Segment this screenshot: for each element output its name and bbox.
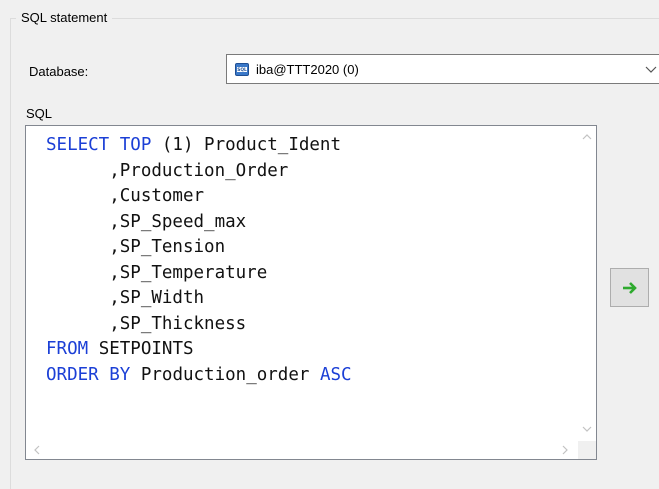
sql-keyword: ORDER BY — [46, 364, 131, 385]
sql-text: ,SP_Width — [46, 288, 205, 308]
run-query-button[interactable] — [610, 268, 649, 307]
database-sql-icon: SQL — [235, 63, 249, 76]
sql-text: Production_order — [130, 364, 320, 385]
sql-line: ,SP_Temperature — [46, 263, 267, 283]
sql-code[interactable]: SELECT TOP (1) Product_Ident ,Production… — [46, 133, 352, 388]
database-value: iba@TTT2020 (0) — [256, 62, 359, 77]
sql-line: ,SP_Width — [46, 288, 204, 308]
sql-line: ,Production_Order — [46, 161, 288, 181]
sql-line: SELECT TOP (1) Product_Ident — [46, 135, 341, 155]
sql-text: ,SP_Temperature — [46, 262, 268, 283]
sql-keyword: FROM — [46, 339, 89, 359]
vertical-scrollbar[interactable] — [578, 126, 596, 441]
sql-editor[interactable]: SELECT TOP (1) Product_Ident ,Production… — [25, 125, 597, 460]
scroll-up-icon[interactable] — [582, 132, 592, 142]
scroll-left-icon[interactable] — [32, 445, 42, 455]
sql-text: ,SP_Tension — [46, 237, 226, 257]
sql-line: FROM SETPOINTS — [46, 339, 194, 359]
green-arrow-right-icon — [623, 282, 637, 294]
database-label: Database: — [29, 64, 89, 79]
sql-text: ,Production_Order — [46, 160, 289, 181]
sql-line: ,SP_Thickness — [46, 314, 246, 334]
sql-line: ,Customer — [46, 186, 204, 206]
database-combobox[interactable]: SQL iba@TTT2020 (0) — [226, 54, 659, 84]
horizontal-scrollbar[interactable] — [26, 441, 578, 459]
group-title: SQL statement — [16, 10, 113, 26]
sql-label: SQL — [26, 106, 53, 121]
sql-text: ,SP_Speed_max — [46, 211, 247, 232]
sql-text: ,SP_Thickness — [46, 313, 247, 334]
sql-text: ,Customer — [46, 186, 205, 206]
sql-keyword: SELECT TOP — [46, 135, 152, 155]
sql-keyword: ASC — [319, 364, 352, 385]
svg-text:SQL: SQL — [237, 67, 247, 73]
scroll-down-icon[interactable] — [582, 424, 592, 434]
sql-line: ,SP_Speed_max — [46, 212, 246, 232]
sql-text: SETPOINTS — [88, 339, 194, 359]
sql-line: ORDER BY Production_order ASC — [46, 365, 352, 385]
scroll-right-icon[interactable] — [560, 445, 570, 455]
chevron-down-icon[interactable] — [645, 64, 657, 74]
sql-text: (1) Product_Ident — [151, 135, 342, 155]
sql-line: ,SP_Tension — [46, 237, 225, 257]
scrollbar-corner — [578, 441, 596, 459]
